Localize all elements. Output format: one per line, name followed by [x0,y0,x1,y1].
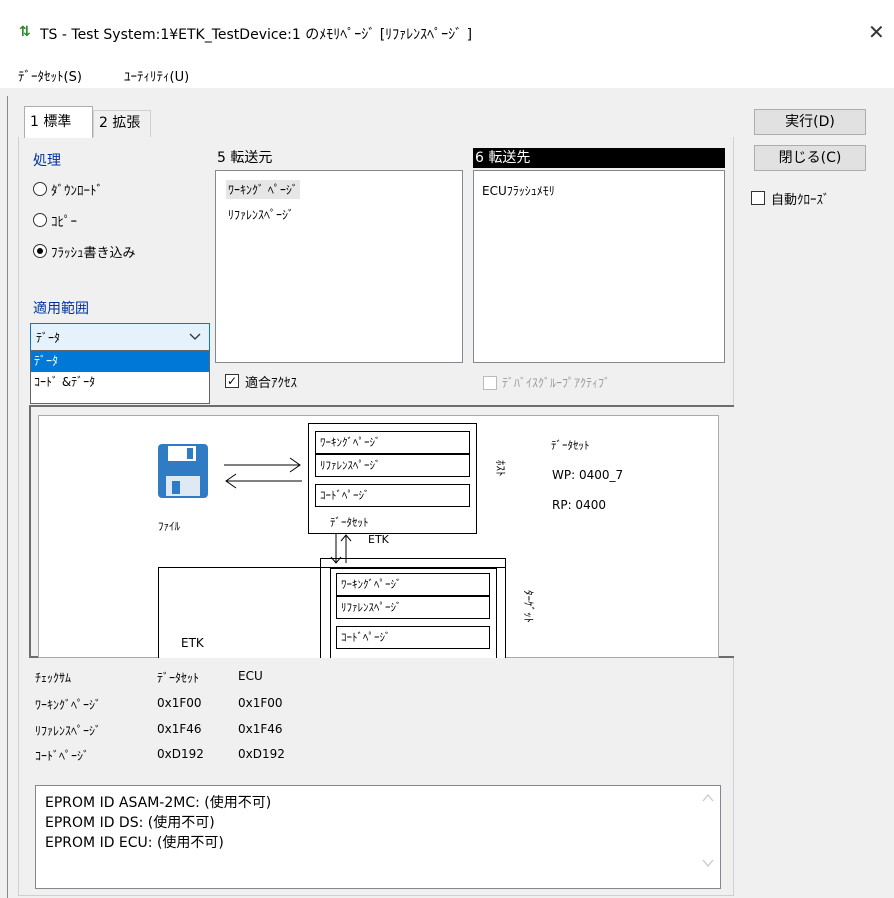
scope-select[interactable]: ﾃﾞｰﾀ [30,323,210,351]
scope-select-value: ﾃﾞｰﾀ [36,331,61,345]
file-transfer-arrows-icon [224,457,302,489]
chevron-down-icon [189,333,201,340]
tab-standard[interactable]: 1 標準 [24,106,93,138]
checksum-row-label: ﾜｰｷﾝｸﾞﾍﾟｰｼﾞ [35,698,102,712]
source-item-working[interactable]: ﾜｰｷﾝｸﾞ ﾍﾟｰｼﾞ [226,180,300,199]
menu-dataset[interactable]: ﾃﾞｰﾀｾｯﾄ(S) [18,66,82,85]
host-code-page: ｺｰﾄﾞﾍﾟｰｼﾞ [315,484,470,507]
target-reference-page: ﾘﾌｧﾚﾝｽﾍﾟｰｼﾞ [336,596,490,619]
device-group-active-checkbox [483,376,497,390]
scope-option-code-data[interactable]: ｺｰﾄﾞ &ﾃﾞｰﾀ [31,372,209,393]
destination-header: 6 転送先 [473,148,725,168]
file-label: ﾌｧｲﾙ [158,520,180,533]
target-working-page: ﾜｰｷﾝｸﾞﾍﾟｰｼﾞ [336,573,490,596]
radio-download-label: ﾀﾞｳﾝﾛｰﾄﾞ [51,184,103,199]
destination-list[interactable]: ECUﾌﾗｯｼｭﾒﾓﾘ [473,170,725,363]
dataset-wp: WP: 0400_7 [552,468,624,482]
source-item-reference[interactable]: ﾘﾌｧﾚﾝｽﾍﾟｰｼﾞ [228,206,294,223]
menu-utility[interactable]: ﾕｰﾃｨﾘﾃｨ(U) [124,66,189,85]
dataset-info-title: ﾃﾞｰﾀｾｯﾄ [551,439,590,452]
device-group-active-label: ﾃﾞﾊﾞｲｽｸﾞﾙｰﾌﾟｱｸﾃｨﾌﾞ [502,376,611,390]
eprom-line-ecu: EPROM ID ECU: (使用不可) [45,835,224,851]
radio-flash-write[interactable] [33,244,47,258]
etk-arrow-label: ETK [368,533,389,546]
checksum-header-ecu: ECU [238,669,263,683]
tab-extended[interactable]: 2 拡張 [93,110,151,137]
close-icon[interactable]: ✕ [868,20,885,44]
auto-close-label: 自動ｸﾛｰｽﾞ [771,193,830,208]
checksum-header-dataset: ﾃﾞｰﾀｾｯﾄ [157,671,200,685]
checksum-row-dataset: 0x1F00 [157,696,202,710]
scroll-down-icon[interactable] [702,858,714,868]
dialog-frame [7,96,8,898]
eprom-line-asam: EPROM ID ASAM-2MC: (使用不可) [45,795,272,811]
scope-label: 適用範囲 [33,301,89,317]
target-code-page: ｺｰﾄﾞﾍﾟｰｼﾞ [336,626,490,649]
window-title: TS - Test System:1¥ETK_TestDevice:1 のﾒﾓﾘ… [40,27,473,43]
checksum-row-ecu: 0xD192 [238,747,285,761]
process-label: 処理 [33,153,61,169]
dataset-rp: RP: 0400 [552,498,606,512]
execute-button[interactable]: 実行(D) [754,109,866,135]
checksum-row-ecu: 0x1F00 [238,696,283,710]
checksum-row-label: ｺｰﾄﾞﾍﾟｰｼﾞ [35,749,90,763]
target-label: ﾀｰｹﾞｯﾄ [522,590,535,623]
radio-download[interactable] [33,182,47,196]
checksum-row-dataset: 0xD192 [157,747,204,761]
scroll-up-icon[interactable] [702,793,714,803]
target-divider [320,558,321,658]
host-working-page: ﾜｰｷﾝｸﾞﾍﾟｰｼﾞ [315,431,470,454]
scope-option-data[interactable]: ﾃﾞｰﾀ [31,351,209,372]
adapt-access-label: 適合ｱｸｾｽ [245,376,298,391]
transfer-arrows-icon: ⇅ [19,24,31,40]
source-header: 5 転送元 [217,150,273,166]
radio-copy-label: ｺﾋﾟｰ [51,215,77,230]
eprom-line-ds: EPROM ID DS: (使用不可) [45,815,215,831]
destination-item-ecu-flash[interactable]: ECUﾌﾗｯｼｭﾒﾓﾘ [482,182,555,199]
source-list[interactable]: ﾜｰｷﾝｸﾞ ﾍﾟｰｼﾞ ﾘﾌｧﾚﾝｽﾍﾟｰｼﾞ [215,170,463,363]
checksum-row-dataset: 0x1F46 [157,722,202,736]
checksum-header-label: ﾁｪｯｸｻﾑ [35,671,72,685]
adapt-access-checkbox[interactable]: ✓ [225,374,239,388]
checksum-row-label: ﾘﾌｧﾚﾝｽﾍﾟｰｼﾞ [35,724,102,738]
close-button[interactable]: 閉じる(C) [754,145,866,171]
host-label: ﾎｽﾄ [494,460,507,477]
floppy-disk-icon [158,444,208,498]
host-reference-page: ﾘﾌｧﾚﾝｽﾍﾟｰｼﾞ [315,454,470,477]
radio-copy[interactable] [33,213,47,227]
radio-flash-write-label: ﾌﾗｯｼｭ書き込み [51,246,136,261]
auto-close-checkbox[interactable] [751,191,765,205]
checksum-row-ecu: 0x1F46 [238,722,283,736]
host-dataset-label: ﾃﾞｰﾀｾｯﾄ [330,516,369,529]
target-etk-label: ETK [181,636,204,650]
scope-dropdown-list: ﾃﾞｰﾀ ｺｰﾄﾞ &ﾃﾞｰﾀ [30,350,210,404]
